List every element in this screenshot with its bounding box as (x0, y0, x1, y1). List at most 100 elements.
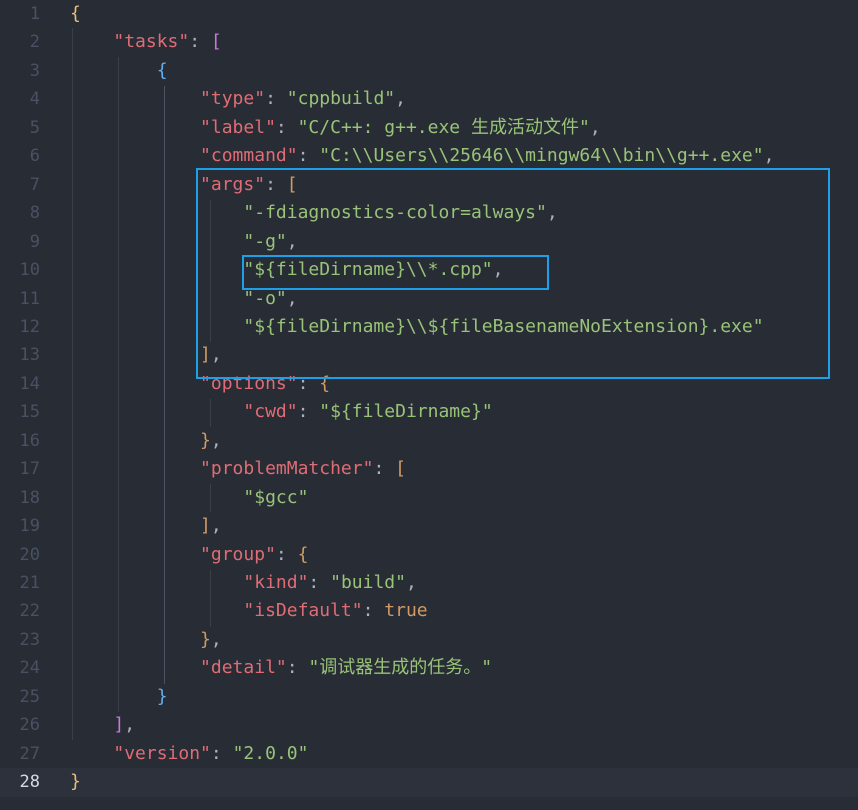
code-token: "$gcc" (243, 486, 309, 508)
code-text[interactable]: "$gcc" (70, 484, 308, 512)
code-line[interactable]: 6 "command": "C:\\Users\\25646\\mingw64\… (0, 142, 858, 170)
code-text[interactable]: ], (70, 341, 222, 369)
code-line[interactable]: 27 "version": "2.0.0" (0, 740, 858, 768)
code-line[interactable]: 22 "isDefault": true (0, 597, 858, 625)
code-text[interactable]: }, (70, 427, 222, 455)
code-text[interactable]: "options": { (70, 370, 330, 398)
code-line[interactable]: 14 "options": { (0, 370, 858, 398)
code-line[interactable]: 20 "group": { (0, 541, 858, 569)
line-number: 10 (19, 260, 40, 281)
line-number: 20 (19, 544, 40, 565)
indent-guide (210, 399, 211, 427)
code-line[interactable]: 24 "detail": "调试器生成的任务。" (0, 654, 858, 682)
code-text[interactable]: "${fileDirname}\\${fileBasenameNoExtensi… (70, 313, 763, 341)
line-number: 17 (19, 459, 40, 480)
code-token: "${fileDirname}" (319, 401, 493, 423)
code-line[interactable]: 7 "args": [ (0, 171, 858, 199)
code-token: "label" (200, 116, 276, 138)
code-line[interactable]: 8 "-fdiagnostics-color=always", (0, 199, 858, 227)
code-line[interactable]: 18 "$gcc" (0, 484, 858, 512)
code-text[interactable]: "type": "cppbuild", (70, 85, 406, 113)
code-line[interactable]: 26 ], (0, 711, 858, 739)
line-number: 19 (19, 516, 40, 537)
code-token: true (384, 600, 428, 622)
code-text[interactable]: "isDefault": true (70, 597, 428, 625)
code-line[interactable]: 4 "type": "cppbuild", (0, 85, 858, 113)
code-token: "cwd" (243, 401, 298, 423)
code-token: , (210, 344, 222, 366)
code-line[interactable]: 19 ], (0, 512, 858, 540)
code-line[interactable]: 15 "cwd": "${fileDirname}" (0, 398, 858, 426)
code-text[interactable]: "-g", (70, 228, 297, 256)
code-token: "-o" (243, 287, 287, 309)
code-token: , (763, 145, 775, 167)
code-text[interactable]: ], (70, 711, 135, 739)
code-text[interactable]: "-fdiagnostics-color=always", (70, 199, 557, 227)
code-line[interactable]: 1{ (0, 0, 858, 28)
line-number: 27 (19, 743, 40, 764)
line-number: 6 (29, 146, 40, 167)
code-token: "version" (113, 742, 211, 764)
code-token: : (297, 401, 320, 423)
code-token: , (286, 287, 298, 309)
code-token: } (200, 628, 211, 650)
code-text[interactable]: "detail": "调试器生成的任务。" (70, 654, 492, 682)
code-text[interactable]: "-o", (70, 285, 298, 313)
code-text[interactable]: }, (70, 626, 222, 654)
code-line[interactable]: 23 }, (0, 626, 858, 654)
code-token: [ (395, 458, 406, 480)
code-line[interactable]: 17 "problemMatcher": [ (0, 455, 858, 483)
code-token: "2.0.0" (232, 742, 309, 764)
code-token: "isDefault" (243, 600, 363, 622)
code-line[interactable]: 12 "${fileDirname}\\${fileBasenameNoExte… (0, 313, 858, 341)
code-token: { (156, 59, 168, 81)
line-number: 26 (19, 715, 40, 736)
code-line[interactable]: 16 }, (0, 427, 858, 455)
code-text[interactable]: "label": "C/C++: g++.exe 生成活动文件", (70, 114, 601, 142)
code-token: "args" (200, 173, 266, 195)
code-text[interactable]: "kind": "build", (70, 569, 417, 597)
code-line[interactable]: 11 "-o", (0, 285, 858, 313)
code-line[interactable]: 21 "kind": "build", (0, 569, 858, 597)
code-token: { (297, 543, 309, 565)
line-number: 14 (19, 373, 40, 394)
code-token: } (200, 429, 211, 451)
code-text[interactable]: "command": "C:\\Users\\25646\\mingw64\\b… (70, 142, 774, 170)
code-text[interactable]: } (70, 768, 81, 796)
code-token: : (297, 145, 320, 167)
code-line[interactable]: 5 "label": "C/C++: g++.exe 生成活动文件", (0, 114, 858, 142)
code-line[interactable]: 2 "tasks": [ (0, 28, 858, 56)
code-text[interactable]: "cwd": "${fileDirname}" (70, 398, 493, 426)
code-line[interactable]: 28} (0, 768, 858, 797)
code-text[interactable]: "version": "2.0.0" (70, 740, 308, 768)
code-text[interactable]: "${fileDirname}\\*.cpp", (70, 256, 503, 284)
code-editor[interactable]: 1{2 "tasks": [3 {4 "type": "cppbuild", 5 … (0, 0, 858, 810)
code-text[interactable]: "args": [ (70, 171, 298, 199)
code-line[interactable]: 25 } (0, 683, 858, 711)
line-number: 12 (19, 316, 40, 337)
line-number: 13 (19, 345, 40, 366)
code-text[interactable]: { (70, 0, 81, 28)
code-token: , (405, 572, 417, 593)
code-token: , (395, 88, 406, 110)
code-line[interactable]: 9 "-g", (0, 228, 858, 256)
code-line[interactable]: 10 "${fileDirname}\\*.cpp", (0, 256, 858, 284)
code-text[interactable]: "group": { (70, 541, 308, 569)
line-number: 2 (29, 32, 40, 53)
code-token: : (275, 116, 298, 138)
code-text[interactable]: "tasks": [ (70, 28, 221, 56)
code-line[interactable]: 3 { (0, 57, 858, 85)
code-line[interactable]: 13 ], (0, 341, 858, 369)
code-text[interactable]: "problemMatcher": [ (70, 455, 406, 483)
indent-guide (210, 200, 211, 342)
code-token: : (286, 657, 309, 679)
code-text[interactable]: ], (70, 512, 222, 540)
line-number: 8 (29, 203, 40, 224)
line-number: 4 (29, 89, 40, 110)
